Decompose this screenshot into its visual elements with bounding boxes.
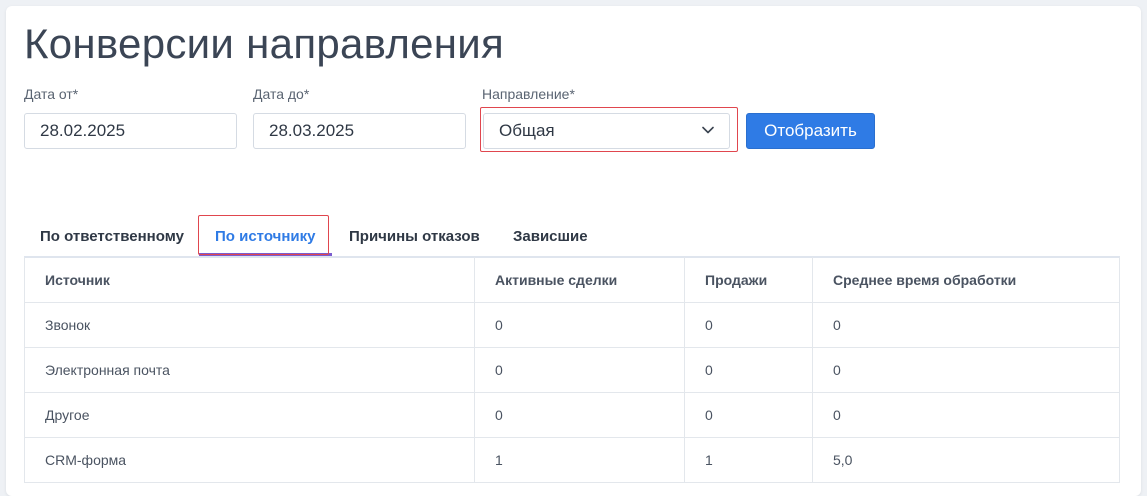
- direction-label: Направление*: [482, 86, 575, 102]
- cell-active-deals: 0: [475, 303, 685, 347]
- cell-sales: 0: [685, 348, 813, 392]
- source-table: Источник Активные сделки Продажи Среднее…: [24, 257, 1120, 483]
- show-button[interactable]: Отобразить: [746, 113, 875, 149]
- cell-sales: 0: [685, 303, 813, 347]
- tab-by-responsible[interactable]: По ответственному: [40, 216, 184, 256]
- tab-stalled[interactable]: Зависшие: [513, 216, 588, 256]
- table-row: Звонок 0 0 0: [25, 303, 1119, 348]
- cell-active-deals: 0: [475, 348, 685, 392]
- table-row: CRM-форма 1 1 5,0: [25, 438, 1119, 483]
- cell-active-deals: 0: [475, 393, 685, 437]
- cell-source: CRM-форма: [25, 438, 475, 482]
- report-tabs: По ответственному По источнику Причины о…: [24, 215, 1120, 258]
- cell-source: Электронная почта: [25, 348, 475, 392]
- cell-source: Другое: [25, 393, 475, 437]
- date-to-label: Дата до*: [253, 86, 310, 102]
- direction-select[interactable]: Общая: [483, 113, 730, 149]
- date-from-label: Дата от*: [24, 86, 79, 102]
- column-header-avg-processing-time[interactable]: Среднее время обработки: [813, 257, 1121, 302]
- cell-sales: 1: [685, 438, 813, 482]
- cell-sales: 0: [685, 393, 813, 437]
- table-header-row: Источник Активные сделки Продажи Среднее…: [25, 257, 1119, 303]
- date-from-input[interactable]: 28.02.2025: [24, 113, 237, 149]
- column-header-active-deals[interactable]: Активные сделки: [475, 257, 685, 302]
- cell-avg-processing-time: 0: [833, 317, 841, 333]
- table-row: Другое 0 0 0: [25, 393, 1119, 438]
- table-row: Электронная почта 0 0 0: [25, 348, 1119, 393]
- chevron-down-icon: [702, 126, 714, 134]
- cell-avg-processing-time: 0: [833, 362, 841, 378]
- column-header-sales[interactable]: Продажи: [685, 257, 813, 302]
- column-header-source[interactable]: Источник: [25, 257, 475, 302]
- direction-select-value: Общая: [499, 121, 555, 140]
- report-card: Конверсии направления Дата от* 28.02.202…: [6, 6, 1141, 496]
- tab-by-source-highlight: [198, 215, 329, 255]
- cell-avg-processing-time: 5,0: [833, 452, 853, 468]
- date-to-input[interactable]: 28.03.2025: [253, 113, 466, 149]
- cell-source: Звонок: [25, 303, 475, 347]
- page-title: Конверсии направления: [24, 20, 505, 67]
- cell-active-deals: 1: [475, 438, 685, 482]
- tab-refusal-reasons[interactable]: Причины отказов: [349, 216, 480, 256]
- cell-avg-processing-time: 0: [833, 407, 841, 423]
